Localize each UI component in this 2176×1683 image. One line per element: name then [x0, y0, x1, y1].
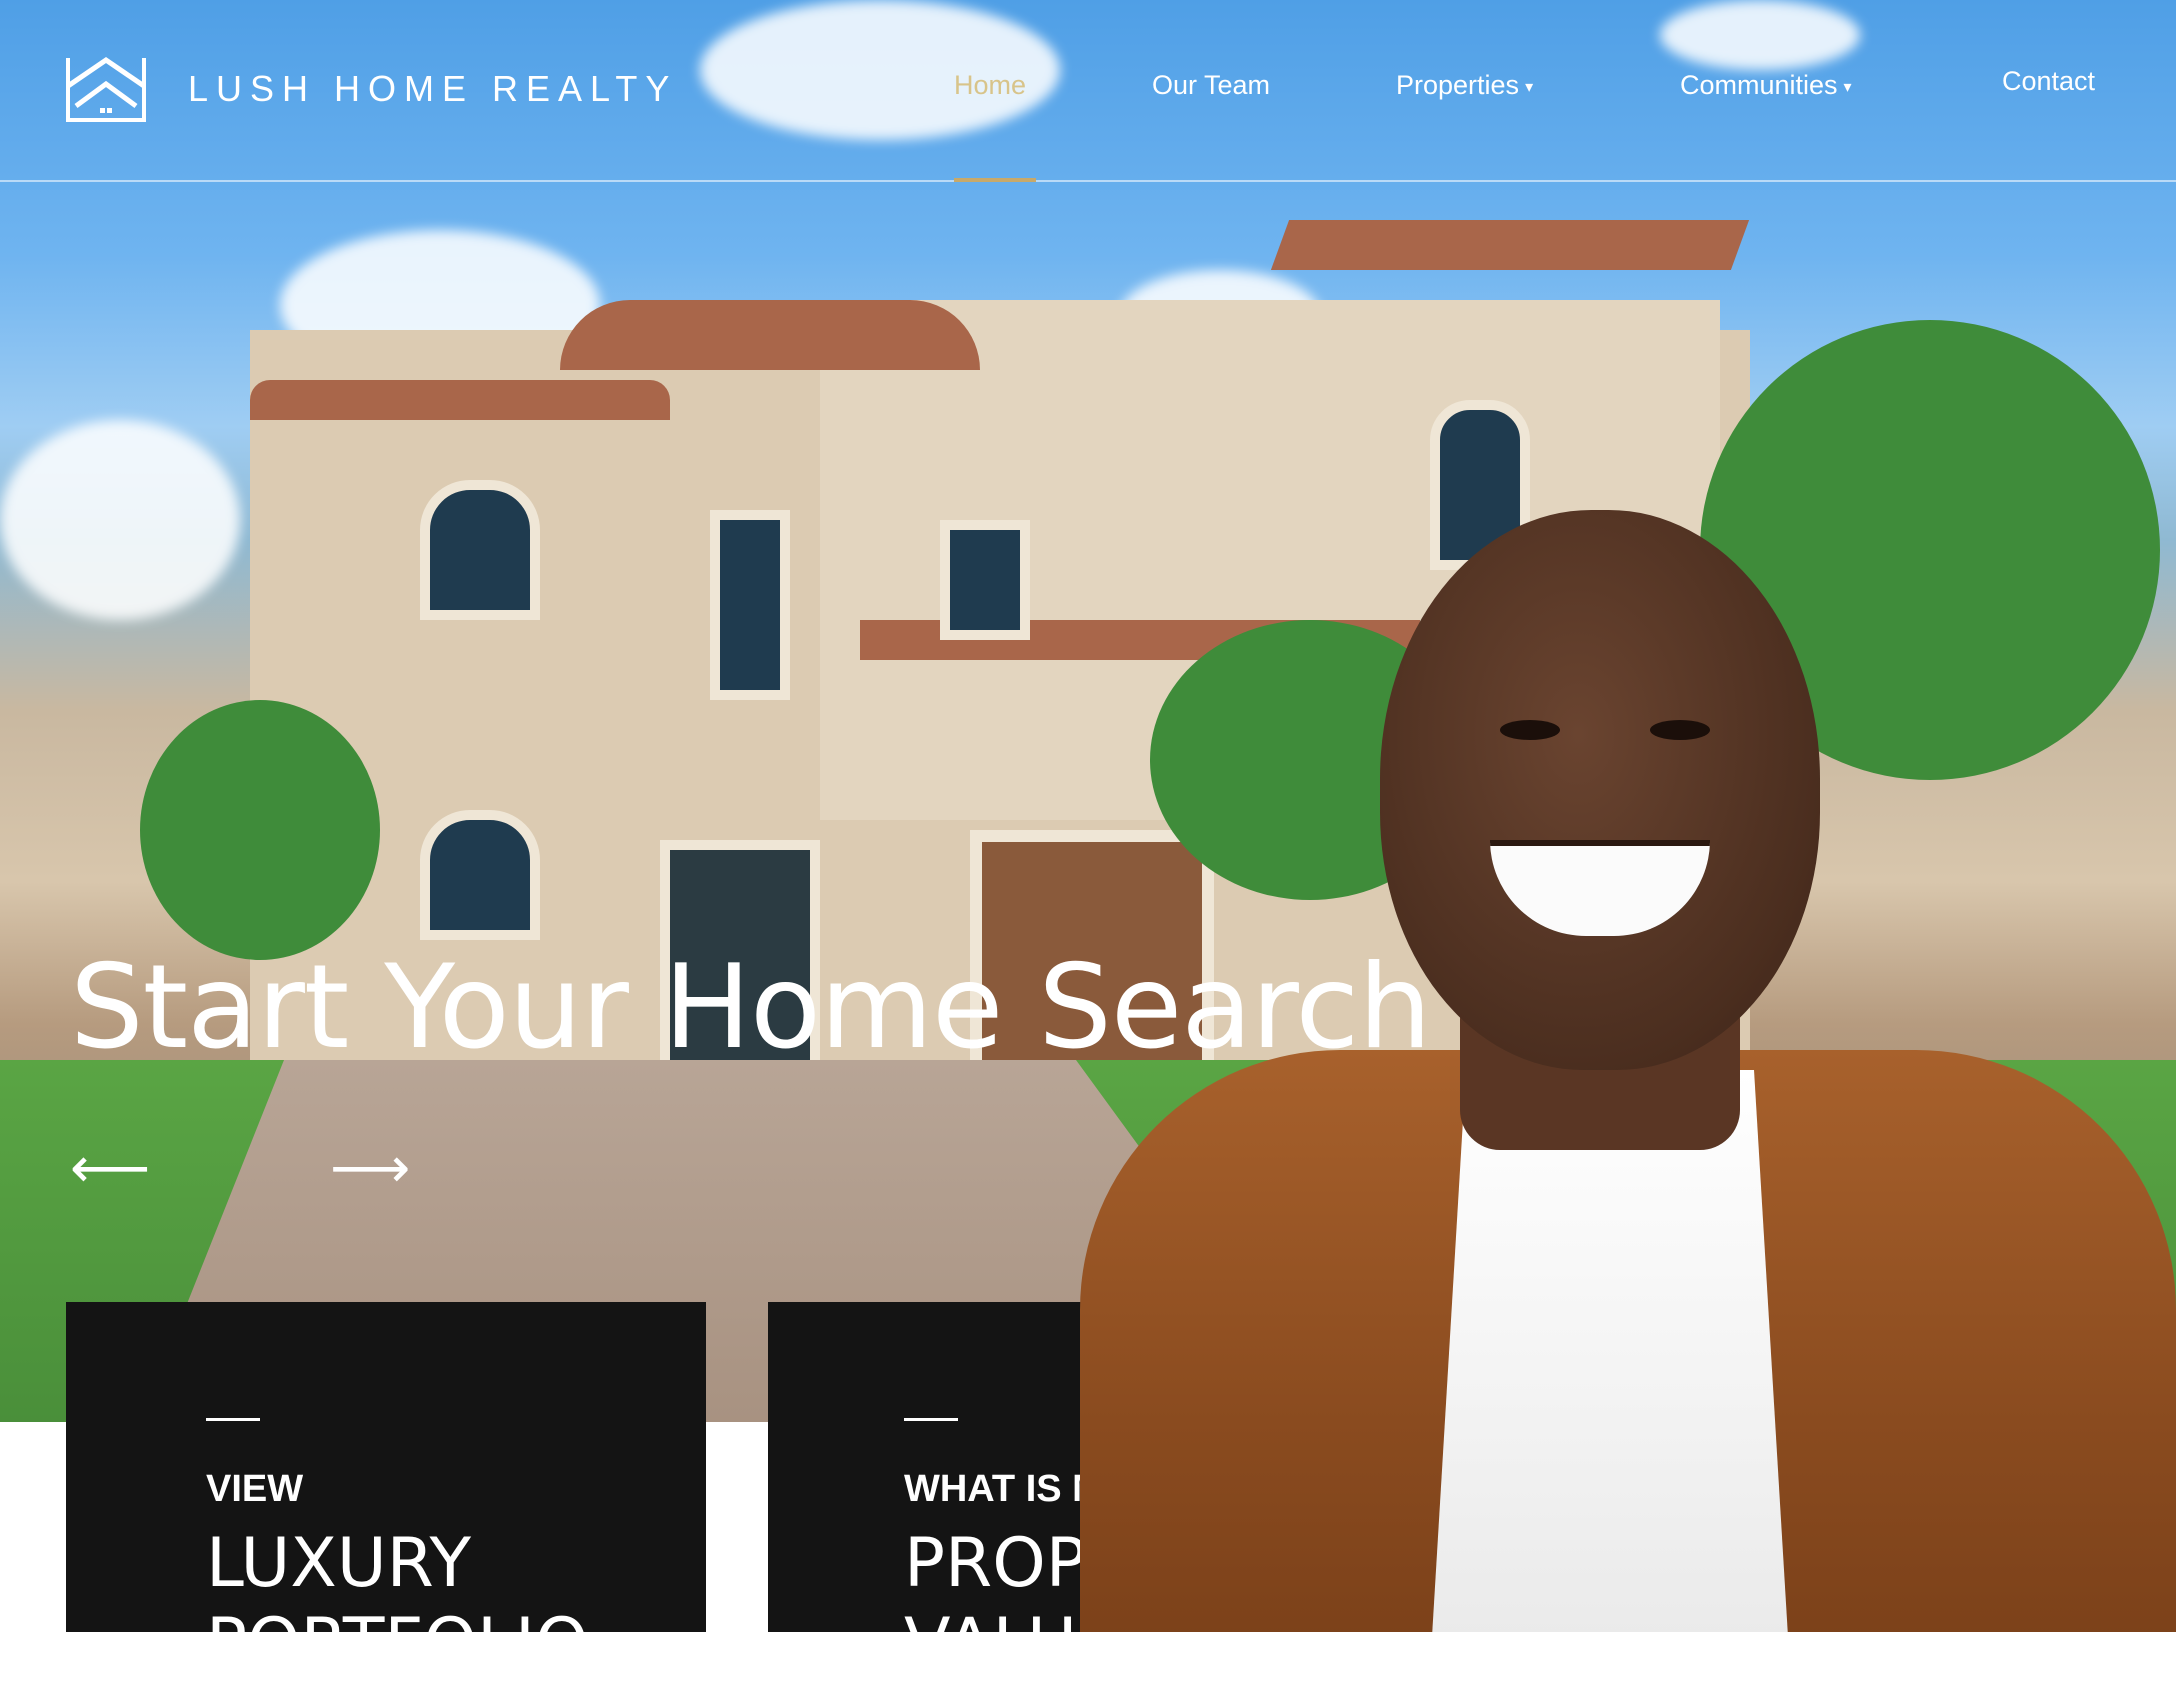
nav-properties-label: Properties [1396, 70, 1520, 100]
luxury-portfolio-card[interactable]: VIEW LUXURY PORTFOLIO [66, 1302, 706, 1683]
card-title-line1: LUXURY [206, 1524, 472, 1603]
agent-head [1380, 510, 1820, 1070]
nav-contact[interactable]: Contact [2002, 66, 2095, 97]
card-kicker: VIEW [206, 1468, 304, 1510]
agent-eye [1650, 720, 1710, 740]
cloud [0, 420, 240, 620]
roof [560, 300, 980, 370]
nav-our-team-label: Our Team [1152, 70, 1271, 100]
roof [1270, 220, 1750, 270]
arrow-left-icon[interactable]: ⟵ [70, 1135, 150, 1201]
palm-tree [140, 700, 380, 960]
window [710, 510, 790, 700]
nav-communities-label: Communities [1680, 70, 1838, 100]
roof [250, 380, 670, 420]
nav-home-label: Home [954, 70, 1027, 100]
nav-properties[interactable]: Properties ▾ [1396, 70, 1533, 101]
nav-home[interactable]: Home [954, 70, 1026, 101]
window [420, 810, 540, 940]
house-chevron-icon[interactable] [66, 56, 146, 122]
agent-shirt [1430, 1070, 1790, 1632]
agent-portrait [1080, 510, 2176, 1632]
card-title-line2: PORTFOLIO [206, 1604, 589, 1683]
nav-our-team[interactable]: Our Team [1152, 70, 1270, 101]
nav-communities[interactable]: Communities ▾ [1680, 70, 1852, 101]
top-navbar: LUSH HOME REALTY Home Our Team Propertie… [0, 0, 2176, 182]
card-dash [206, 1418, 260, 1421]
brand-name[interactable]: LUSH HOME REALTY [188, 68, 677, 110]
chevron-down-icon: ▾ [1525, 78, 1534, 96]
window [420, 480, 540, 620]
arrow-right-icon[interactable]: ⟶ [330, 1135, 410, 1201]
agent-eye [1500, 720, 1560, 740]
nav-contact-label: Contact [2002, 66, 2096, 96]
window [940, 520, 1030, 640]
card-dash [904, 1418, 958, 1421]
active-nav-indicator [954, 178, 1036, 182]
chevron-down-icon: ▾ [1843, 78, 1852, 96]
